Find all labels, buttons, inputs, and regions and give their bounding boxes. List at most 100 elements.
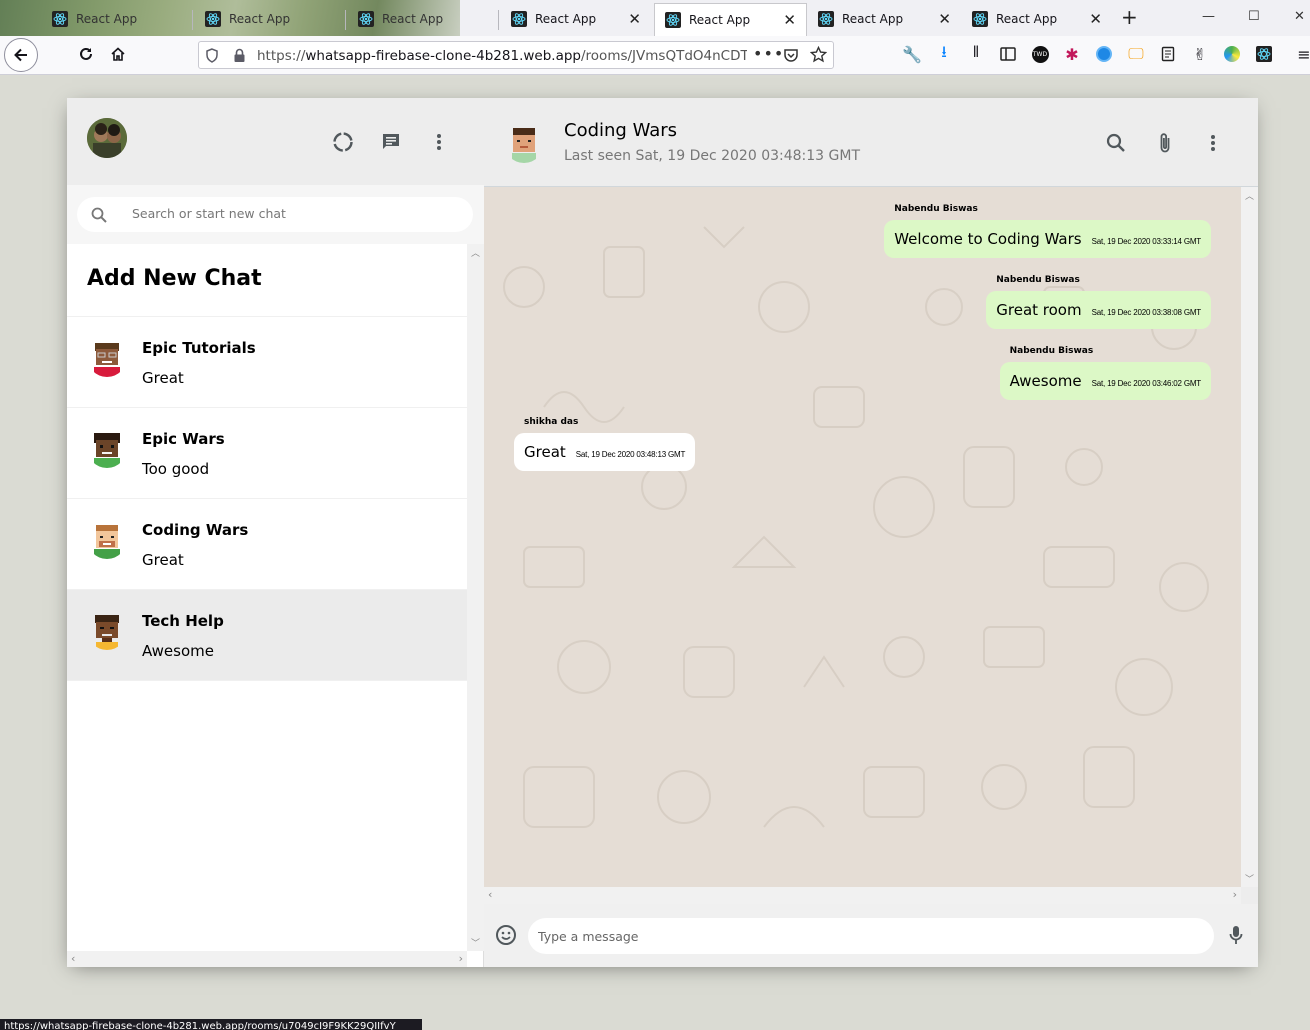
bookmark-star-icon[interactable]: [810, 46, 827, 63]
download-icon[interactable]: ⭳: [934, 42, 954, 64]
chat-last-message: Too good: [142, 460, 210, 478]
extension-hand-icon[interactable]: ✌: [1190, 44, 1210, 64]
avatar[interactable]: [87, 118, 127, 158]
chat-name: Epic Tutorials: [142, 339, 256, 357]
url-host: whatsapp-firebase-clone-4b281.web.app: [305, 48, 581, 64]
tab-label: React App: [842, 12, 904, 26]
tab-separator: [345, 10, 346, 30]
message-bubble: Welcome to Coding Wars Sat, 19 Dec 2020 …: [884, 220, 1211, 258]
avatar: [87, 610, 127, 650]
sidebar: Add New Chat Epic Tutorials Great Epic W…: [67, 98, 484, 967]
tab-label: React App: [996, 12, 1058, 26]
sidebar-chat-epic-wars[interactable]: Epic Wars Too good: [67, 408, 467, 499]
status-icon[interactable]: [331, 130, 355, 154]
new-tab-icon[interactable]: +: [1121, 7, 1138, 27]
message-text: Great: [524, 443, 566, 461]
react-logo-icon: [972, 11, 988, 27]
extension-react-devtools-icon[interactable]: [1254, 44, 1274, 64]
message-text: Awesome: [1009, 372, 1082, 390]
tab-label: React App: [229, 12, 291, 26]
scroll-down-arrow-icon[interactable]: ﹀: [1245, 872, 1254, 885]
message-received: shikha das Great Sat, 19 Dec 2020 03:48:…: [514, 417, 696, 471]
emoji-icon[interactable]: [494, 923, 518, 947]
sidebar-vertical-scrollbar[interactable]: ︿ ﹀: [467, 244, 484, 951]
library-icon[interactable]: 𝍪: [966, 42, 986, 64]
tab-close-icon[interactable]: ✕: [1089, 10, 1102, 28]
scroll-up-arrow-icon[interactable]: ︿: [1245, 189, 1254, 202]
sidebar-chat-tech-help[interactable]: Tech Help Awesome: [67, 590, 467, 681]
browser-tab[interactable]: React App ✕: [962, 4, 1112, 34]
back-button[interactable]: [4, 38, 38, 72]
react-logo-icon: [52, 11, 68, 27]
minimize-icon[interactable]: —: [1202, 9, 1215, 24]
react-logo-icon: [358, 11, 374, 27]
room-name: Coding Wars: [564, 120, 678, 141]
chat-name: Tech Help: [142, 612, 224, 630]
tab-separator: [192, 10, 193, 30]
avatar: [87, 428, 127, 468]
browser-tab[interactable]: React App ✕: [501, 4, 651, 34]
shield-icon[interactable]: [205, 48, 219, 63]
chat-vertical-scrollbar[interactable]: ︿ ﹀: [1241, 187, 1258, 887]
sidebar-chat-epic-tutorials[interactable]: Epic Tutorials Great: [67, 317, 467, 408]
extension-color-icon[interactable]: [1222, 44, 1242, 64]
message-timestamp: Sat, 19 Dec 2020 03:33:14 GMT: [1091, 237, 1202, 246]
pocket-icon[interactable]: [783, 47, 799, 63]
wrench-icon[interactable]: 🔧: [902, 44, 922, 64]
browser-menu-icon[interactable]: ≡: [1294, 44, 1310, 64]
maximize-icon[interactable]: ☐: [1248, 9, 1260, 24]
browser-tab[interactable]: React App: [348, 4, 499, 34]
sidebar-chat-coding-wars[interactable]: Coding Wars Great: [67, 499, 467, 590]
scroll-left-arrow-icon[interactable]: ‹: [488, 888, 492, 901]
reload-icon[interactable]: [76, 44, 96, 64]
chat-icon[interactable]: [379, 130, 403, 154]
chat-last-message: Great: [142, 551, 184, 569]
home-icon[interactable]: [108, 44, 128, 64]
message-text: Great room: [996, 301, 1082, 319]
lock-icon[interactable]: [233, 48, 246, 63]
scroll-left-arrow-icon[interactable]: ‹: [71, 952, 75, 965]
message-sender: Nabendu Biswas: [996, 275, 1080, 285]
message-input[interactable]: [528, 918, 1214, 954]
sidebar-search: [67, 185, 484, 244]
chat-name: Coding Wars: [142, 521, 249, 539]
more-vert-icon[interactable]: [1201, 131, 1225, 155]
tab-separator: [498, 10, 499, 30]
tab-close-icon[interactable]: ✕: [783, 11, 796, 29]
avatar: [87, 337, 127, 377]
scroll-right-arrow-icon[interactable]: ›: [459, 952, 463, 965]
browser-tab[interactable]: React App: [42, 4, 193, 34]
scroll-down-arrow-icon[interactable]: ﹀: [471, 936, 480, 949]
add-new-chat-button[interactable]: Add New Chat: [67, 244, 467, 317]
avatar[interactable]: [504, 123, 544, 163]
url-path: /rooms/JVmsQTdO4nCDT5GaJL: [581, 48, 747, 64]
extension-monitor-icon[interactable]: 🖵: [1126, 44, 1146, 64]
mic-icon[interactable]: [1224, 923, 1248, 947]
page-actions-icon[interactable]: •••: [753, 44, 784, 63]
extension-virus-icon[interactable]: ✱: [1062, 44, 1082, 64]
chat-horizontal-scrollbar[interactable]: ‹ ›: [484, 887, 1241, 904]
attach-icon[interactable]: [1153, 131, 1177, 155]
tab-close-icon[interactable]: ✕: [628, 10, 641, 28]
extension-notes-icon[interactable]: [1158, 44, 1178, 64]
chat-footer: [484, 904, 1258, 967]
browser-tab-active[interactable]: React App ✕: [654, 3, 807, 36]
search-input[interactable]: [132, 206, 432, 221]
sidebar-horizontal-scrollbar[interactable]: ‹ ›: [67, 951, 467, 967]
window-close-icon[interactable]: ✕: [1294, 9, 1305, 24]
search-icon: [91, 207, 107, 223]
chat-name: Epic Wars: [142, 430, 225, 448]
sidebar-toggle-icon[interactable]: [998, 44, 1018, 64]
whatsapp-app: Add New Chat Epic Tutorials Great Epic W…: [67, 98, 1258, 967]
tab-close-icon[interactable]: ✕: [938, 10, 951, 28]
scroll-right-arrow-icon[interactable]: ›: [1233, 888, 1237, 901]
url-bar[interactable]: https://whatsapp-firebase-clone-4b281.we…: [198, 41, 834, 69]
more-vert-icon[interactable]: [427, 130, 451, 154]
extension-globe-icon[interactable]: [1094, 44, 1114, 64]
extension-twd-icon[interactable]: TWD: [1030, 44, 1050, 64]
scroll-up-arrow-icon[interactable]: ︿: [471, 246, 480, 259]
browser-tab[interactable]: React App: [195, 4, 346, 34]
browser-tab[interactable]: React App ✕: [808, 4, 961, 34]
url-text[interactable]: https://whatsapp-firebase-clone-4b281.we…: [257, 48, 747, 64]
search-icon[interactable]: [1104, 131, 1128, 155]
